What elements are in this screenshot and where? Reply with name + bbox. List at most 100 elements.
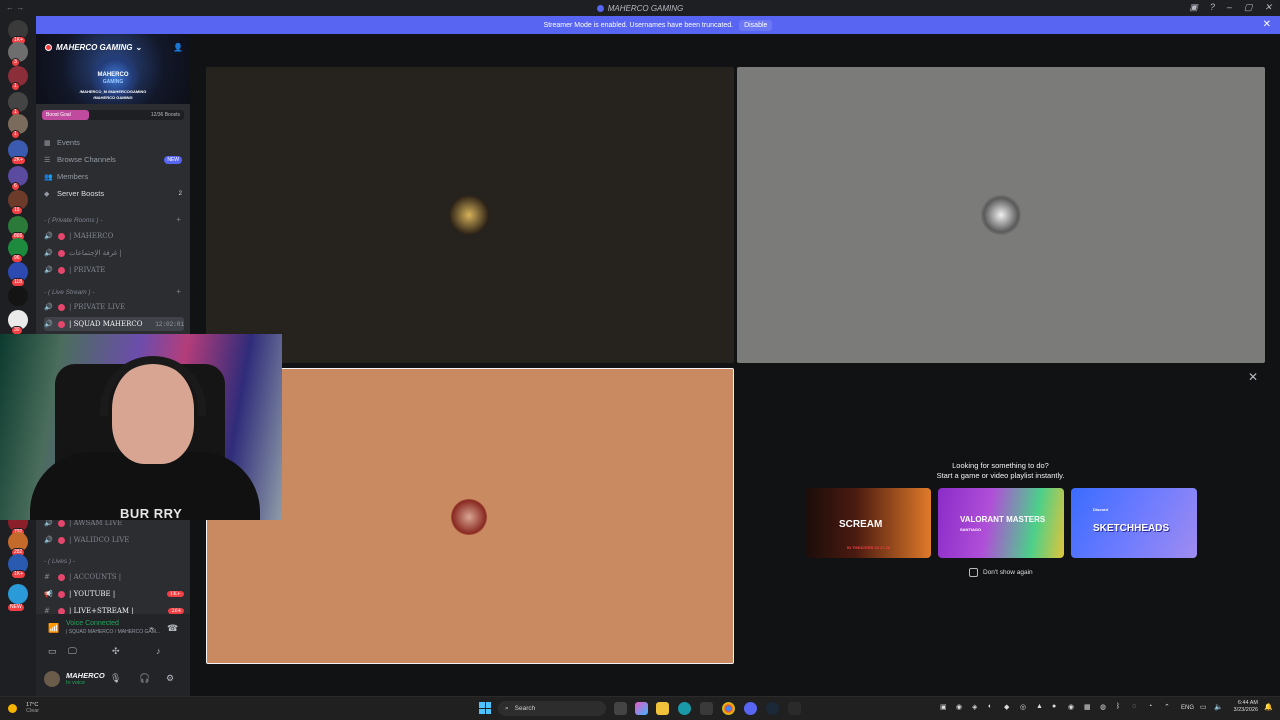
microphone-icon[interactable]: 🎙 (110, 673, 121, 684)
chrome-icon[interactable] (722, 702, 735, 715)
category-private-rooms[interactable]: - ( Private Rooms ) - (44, 217, 103, 224)
voice-channel-squad-maherco[interactable]: 🔊 | SQUAD MAHERCO 12:02:01 (44, 317, 184, 331)
server-icon[interactable]: 118 (8, 262, 28, 287)
voice-channel-walidco-live[interactable]: 🔊 | WALIDCO LIVE (44, 533, 184, 547)
maximize-icon[interactable]: ▢ (1244, 2, 1253, 13)
weather-widget[interactable]: 17°C Clear (8, 702, 39, 714)
invite-people-icon[interactable]: 👤 (173, 43, 183, 52)
server-icon[interactable]: 1 (8, 114, 28, 139)
tray-app-icon[interactable]: ● (1052, 703, 1056, 710)
tray-app-icon[interactable]: ◌ (1132, 703, 1136, 710)
help-icon[interactable]: ? (1210, 2, 1215, 13)
voice-status[interactable]: Voice Connected (66, 620, 119, 627)
members-item[interactable]: 👥 Members (44, 172, 88, 181)
tray-app-icon[interactable]: ◎ (1020, 703, 1026, 711)
add-channel-icon[interactable]: + (176, 287, 181, 296)
text-channel-accounts[interactable]: # | ACCOUNTS | (44, 570, 184, 584)
activity-card-sketchheads[interactable]: SKETCHHEADS Discord (1071, 488, 1197, 558)
server-icon[interactable]: 866 (8, 216, 28, 241)
tray-app-icon[interactable]: ▲ (1036, 703, 1043, 710)
server-icon[interactable]: 6 (8, 166, 28, 191)
server-icon[interactable]: 1 (8, 66, 28, 91)
store-icon[interactable] (700, 702, 713, 715)
tray-app-icon[interactable]: ◈ (972, 703, 977, 711)
tray-app-icon[interactable]: ▣ (940, 703, 947, 711)
dont-show-again[interactable]: Don't show again (969, 568, 1033, 577)
server-icon[interactable]: 1 (8, 92, 28, 117)
disable-button[interactable]: Disable (739, 19, 773, 31)
activity-close-icon[interactable]: ✕ (1248, 370, 1258, 384)
server-boosts-item[interactable]: ◆ Server Boosts 2 (44, 189, 182, 198)
language-indicator[interactable]: ENG (1181, 705, 1194, 711)
participant-tile-1[interactable] (206, 67, 734, 363)
browse-channels-item[interactable]: ☰ Browse Channels NEW (44, 155, 182, 164)
edge-icon[interactable] (678, 702, 691, 715)
boost-goal-bar[interactable]: Boost Goal 12/36 Boosts (42, 110, 184, 120)
bluetooth-icon[interactable]: ᛒ (1116, 703, 1120, 710)
tray-app-icon[interactable]: ◍ (1100, 703, 1106, 711)
chevron-up-icon[interactable]: ⌃ (1164, 703, 1170, 711)
disconnect-icon[interactable]: ☎ (167, 623, 178, 634)
server-icon[interactable]: 1K+ (8, 554, 28, 579)
tray-app-icon[interactable]: ◉ (1068, 703, 1074, 711)
file-explorer-icon[interactable] (656, 702, 669, 715)
back-forward-icon[interactable]: ← → (6, 3, 24, 12)
voice-channel-private[interactable]: 🔊 | PRIVATE (44, 263, 184, 277)
activity-card-valorant[interactable]: VALORANT MASTERS SANTIAGO (938, 488, 1064, 558)
screen-share-icon[interactable]: 🖵 (68, 646, 77, 657)
category-live-stream[interactable]: - ( Live Stream ) - (44, 289, 95, 296)
dont-show-checkbox[interactable] (969, 568, 978, 577)
taskbar-search[interactable]: ⌕ Search (498, 701, 606, 716)
announcement-channel-youtube[interactable]: 📢 | YOUTUBE | 1K+ (44, 587, 184, 601)
discord-icon[interactable] (744, 702, 757, 715)
participant-tile-2[interactable] (737, 67, 1265, 363)
minimize-icon[interactable]: – (1227, 2, 1232, 13)
voice-channel-private-live[interactable]: 🔊 | PRIVATE LIVE (44, 300, 184, 314)
soundboard-icon[interactable]: ♪ (156, 646, 161, 656)
notifications-icon[interactable]: 🔔 (1264, 703, 1273, 711)
server-icon[interactable] (8, 286, 28, 306)
system-clock[interactable]: 6:44 AM 3/23/2026 (1228, 700, 1258, 714)
activity-prompt: Looking for something to do? Start a gam… (736, 461, 1265, 481)
tray-app-icon[interactable]: ◉ (956, 703, 962, 711)
user-name[interactable]: MAHERCO (66, 671, 105, 680)
server-icon[interactable]: 96 (8, 238, 28, 263)
server-icon[interactable]: 30 (8, 310, 28, 335)
network-icon[interactable]: ▭ (1200, 703, 1207, 711)
camera-icon[interactable]: ▭ (48, 646, 57, 657)
add-channel-icon[interactable]: + (176, 215, 181, 224)
server-icon[interactable]: 1K+ (8, 20, 28, 45)
signal-icon[interactable]: 📶 (48, 623, 59, 634)
epic-games-icon[interactable] (788, 702, 801, 715)
tray-app-icon[interactable]: ◔ (1148, 703, 1152, 710)
tray-app-icon[interactable]: ◆ (1004, 703, 1009, 711)
tray-app-icon[interactable]: ▦ (1084, 703, 1091, 711)
settings-gear-icon[interactable]: ⚙ (166, 673, 174, 684)
voice-channel-meetings[interactable]: 🔊 غرفة الإجتماعات | (44, 246, 184, 260)
server-icon[interactable]: 3 (8, 42, 28, 67)
noise-suppression-icon[interactable]: ⌁ (149, 623, 154, 634)
server-banner[interactable]: MAHERCO GAMING ⌄ 👤 MAHERCO GAMING /MAHER… (36, 34, 190, 104)
category-lives[interactable]: - ( Lives ) - (44, 558, 75, 565)
close-icon[interactable]: ✕ (1264, 2, 1272, 13)
task-view-icon[interactable] (614, 702, 627, 715)
tray-app-icon[interactable]: ◐ (988, 703, 992, 710)
events-item[interactable]: ▦ Events (44, 138, 80, 147)
copilot-icon[interactable] (635, 702, 648, 715)
start-icon[interactable] (479, 702, 491, 714)
steam-icon[interactable] (766, 702, 779, 715)
activities-icon[interactable]: ✣ (112, 646, 120, 657)
avatar[interactable] (44, 671, 60, 687)
inbox-icon[interactable]: ▣ (1189, 2, 1198, 13)
participant-tile-3-speaking[interactable] (206, 368, 734, 664)
server-icon[interactable]: 282 (8, 532, 28, 557)
server-icon[interactable]: 15 (8, 190, 28, 215)
new-server-button[interactable]: NEW (8, 584, 28, 611)
server-icon[interactable]: 2K+ (8, 140, 28, 165)
server-name[interactable]: MAHERCO GAMING ⌄ (45, 43, 142, 52)
voice-channel-maherco[interactable]: 🔊 | MAHERCO (44, 229, 184, 243)
headphones-icon[interactable]: 🎧 (139, 673, 150, 684)
banner-close-icon[interactable]: ✕ (1263, 19, 1271, 30)
activity-card-scream[interactable]: SCREAM IN THEATERS 02.27.26 (805, 488, 931, 558)
volume-icon[interactable]: 🔈 (1214, 703, 1223, 711)
